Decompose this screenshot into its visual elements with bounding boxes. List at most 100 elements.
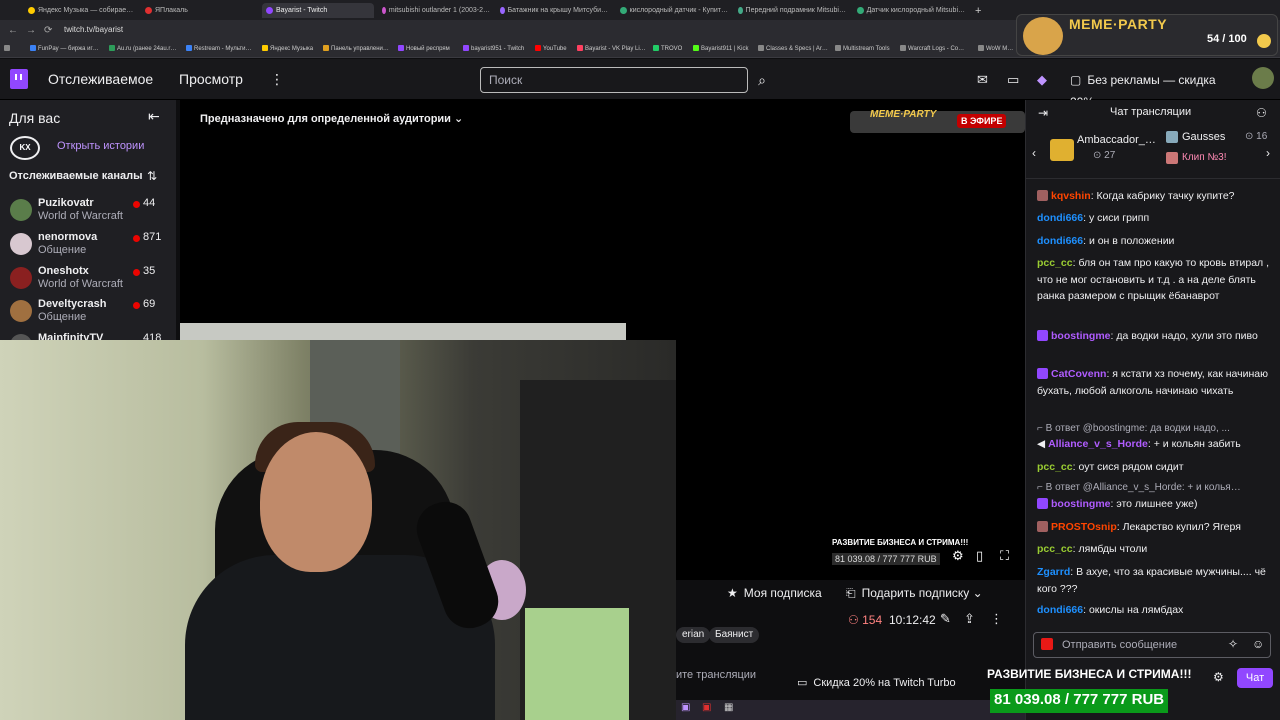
open-stories-link[interactable]: Открыть истории [57, 140, 144, 152]
new-tab-icon[interactable]: + [975, 3, 985, 18]
browser-tab[interactable]: ЯПлакаль [145, 3, 253, 18]
browser-tab[interactable]: кислородный датчик - Купит… [620, 3, 728, 18]
live-dot-icon [133, 269, 140, 276]
reply-context[interactable]: ⌐ В ответ @Alliance_v_s_Horde: + и колья… [1037, 482, 1267, 493]
theatre-mode-icon[interactable]: ▯ [976, 548, 983, 564]
content-classification-notice[interactable]: Предназначено для определенной аудитории… [200, 112, 463, 125]
bits-icon[interactable]: ✧ [1228, 637, 1238, 651]
bookmark-item[interactable]: Multistream Tools [835, 45, 890, 52]
bookmark-item[interactable]: Restream - Мульти… [186, 45, 252, 52]
bookmark-item[interactable]: Warcraft Logs - Co… [900, 45, 964, 52]
bookmark-item[interactable]: Classes & Specs | Ar… [758, 45, 828, 52]
more-options-icon[interactable]: ⋮ [990, 611, 1003, 627]
chat-title: Чат трансляции [1110, 106, 1192, 118]
viewer-count: 35 [143, 265, 156, 277]
chat-settings-icon[interactable]: ⚙ [1213, 670, 1224, 684]
bookmark-item[interactable]: YouTube [535, 45, 567, 52]
taskbar-twitch-icon[interactable]: ▣ [681, 702, 690, 713]
nav-browse[interactable]: Просмотр [179, 71, 243, 87]
sidebar-channel[interactable]: Puzikovatr World of Warcraft 44 [0, 197, 176, 231]
fullscreen-icon[interactable]: ⛶ [1000, 548, 1009, 564]
clip-label[interactable]: Клип №3! [1182, 152, 1227, 163]
sidebar-channel[interactable]: MainfinityTV 418 [0, 332, 176, 340]
sidebar-channel[interactable]: nenormova Общение 871 [0, 231, 176, 265]
reply-icon: ⌐ [1037, 482, 1043, 493]
chevron-down-icon: ⌄ [972, 586, 983, 600]
user-avatar[interactable] [1252, 67, 1274, 89]
meme-party-widget: MEME·PARTY 54 / 100 [1016, 14, 1278, 56]
inbox-icon[interactable]: ✉ [977, 72, 988, 88]
crown-icon[interactable]: ◆ [1037, 72, 1047, 88]
browser-tab[interactable]: Батажник на крышу Митсуби… [500, 3, 608, 18]
bookmark-item[interactable]: bayarist951 - Twitch [463, 45, 524, 52]
bookmark-item[interactable]: WoW M… [978, 45, 1013, 52]
viewer-count: 871 [143, 231, 162, 243]
browser-tab[interactable]: Передний подрамник Mitsubi… [738, 3, 846, 18]
coin-icon [1257, 34, 1271, 48]
back-icon[interactable]: ← [8, 25, 18, 36]
bookmark-item[interactable]: Новый респрям [398, 45, 450, 52]
apps-icon[interactable] [4, 45, 12, 52]
channel-points-icon[interactable] [1041, 638, 1053, 650]
chevron-left-icon[interactable]: ‹ [1032, 146, 1036, 160]
taskbar-app-icon[interactable]: ▦ [724, 702, 733, 713]
bookmark-item[interactable]: Bayarist - VK Play Li… [577, 45, 646, 52]
browser-tab[interactable]: Датчик кислородный Mitsubi… [857, 3, 965, 18]
channel-name: MainfinityTV [38, 332, 104, 340]
forward-icon[interactable]: → [26, 25, 36, 36]
browser-tab-active[interactable]: Bayarist - Twitch [262, 3, 374, 18]
bookmark-item[interactable]: FunPay — биржа иг… [30, 45, 99, 52]
search-input[interactable]: Поиск [480, 67, 748, 93]
bookmark-item[interactable]: Au.ru (ранее 24au.r… [109, 45, 176, 52]
avatar [10, 300, 32, 322]
sidebar-channel[interactable]: Develtycrash Общение 69 [0, 298, 176, 332]
reply-icon: ⌐ [1037, 423, 1043, 434]
donation-goal-amount: 81 039.08 / 777 777 RUB [832, 553, 940, 565]
turbo-discount-link[interactable]: ▭ Скидка 20% на Twitch Turbo [797, 676, 956, 689]
chat-message: boostingme: это лишнее уже) [1037, 496, 1269, 513]
more-menu-icon[interactable]: ⋮ [270, 71, 284, 88]
settings-icon[interactable]: ⚙ [952, 548, 964, 564]
collapse-sidebar-icon[interactable]: ⇤ [148, 108, 160, 125]
taskbar-app-icon[interactable]: ▣ [702, 702, 711, 713]
live-badge: В ЭФИРЕ [957, 114, 1007, 128]
my-subscription-button[interactable]: ★ Моя подписка [721, 582, 828, 604]
sort-icon[interactable]: ⇅ [147, 169, 157, 183]
reload-icon[interactable]: ⟳ [44, 25, 52, 36]
community-icon[interactable]: ⚇ [1256, 106, 1267, 120]
share-icon[interactable]: ⇪ [964, 611, 975, 627]
turbo-promo-button[interactable]: ▢Без рекламы — скидка 20% [1062, 69, 1240, 109]
collapse-chat-icon[interactable]: ⇥ [1038, 106, 1048, 120]
live-dot-icon [133, 302, 140, 309]
meme-party-count: 54 / 100 [1207, 33, 1247, 45]
bookmark-item[interactable]: TROVO [653, 45, 682, 52]
bookmark-item[interactable]: Панель управлени… [323, 45, 389, 52]
nav-following[interactable]: Отслеживаемое [48, 71, 153, 87]
top-gifter-name: Gausses [1182, 131, 1226, 143]
subscriber-badge-icon [1037, 330, 1048, 341]
user-badge-icon [1037, 521, 1048, 532]
chat-send-button[interactable]: Чат [1237, 668, 1273, 688]
gift-subscription-button[interactable]: ⎗ Подарить подписку ⌄ [838, 582, 991, 604]
emote-icon[interactable]: ☺ [1252, 637, 1264, 651]
reply-context[interactable]: ⌐ В ответ @boostingme: да водки надо, ..… [1037, 423, 1267, 434]
sidebar-channel[interactable]: Oneshotx World of Warcraft 35 [0, 265, 176, 299]
stories-icon[interactable]: KX [10, 136, 40, 160]
chat-message: PROSTOsnip: Лекарство купил? Ягеря [1037, 519, 1269, 536]
stream-tag[interactable]: erian [676, 627, 711, 643]
url-field[interactable]: twitch.tv/bayarist [64, 25, 123, 37]
browser-tab[interactable]: Яндекс Музыка — собирае… [28, 3, 136, 18]
tab-favicon-icon [266, 7, 273, 14]
bookmark-item[interactable]: Bayarist911 | Kick [693, 45, 748, 52]
stream-tag[interactable]: Баянист [709, 627, 760, 643]
browser-tab[interactable]: mitsubishi outlander 1 (2003-2… [382, 3, 490, 18]
chevron-right-icon[interactable]: › [1266, 146, 1270, 160]
edit-icon[interactable]: ✎ [940, 611, 951, 627]
twitch-logo-icon[interactable] [10, 69, 28, 89]
top-gifter-name: Ambaccador_… [1077, 134, 1156, 146]
webcam-monitor [525, 608, 629, 720]
whispers-icon[interactable]: ▭ [1007, 72, 1019, 88]
bookmark-item[interactable]: Яндекс Музыка [262, 45, 313, 52]
webcam-top-strip [180, 323, 626, 340]
search-icon[interactable]: ⌕ [748, 67, 776, 93]
